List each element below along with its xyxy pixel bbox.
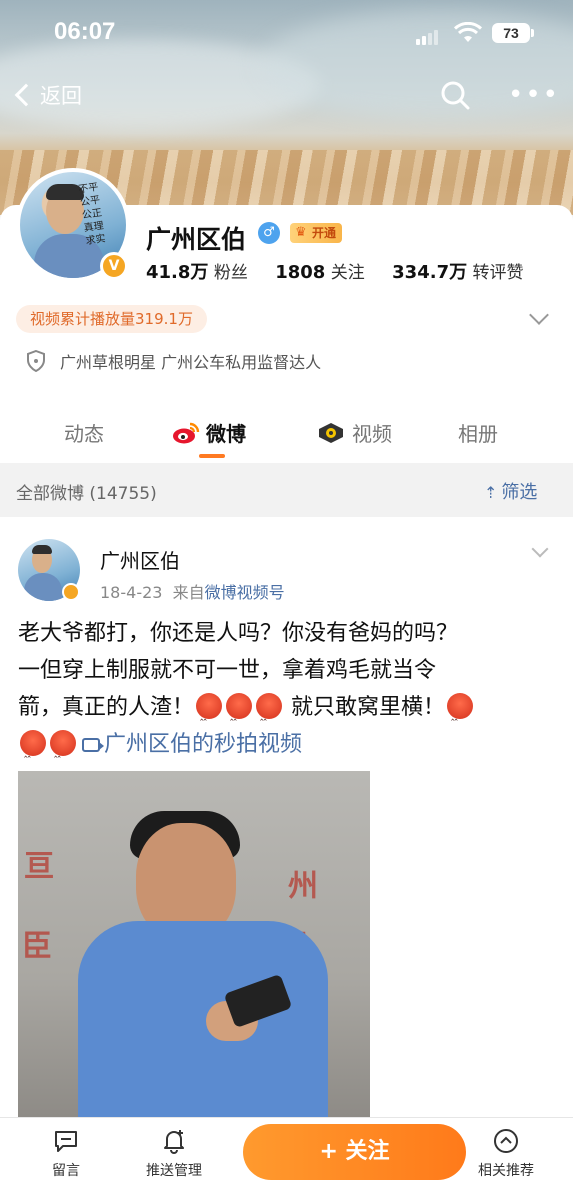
profile-tags: 广州草根明星 广州公车私用监督达人 (26, 349, 321, 373)
profile-stats: 41.8万 粉丝 1808 关注 334.7万 转评赞 (146, 258, 546, 284)
profile-name: 广州区伯 (146, 225, 247, 254)
weibo-icon (173, 422, 200, 444)
filter-icon: ⇡ (484, 483, 498, 502)
blue-verified-icon[interactable]: ♂ (258, 222, 280, 244)
wifi-icon (453, 22, 483, 42)
filter-button[interactable]: ⇡ 筛选 (484, 478, 537, 504)
back-label: 返回 (40, 84, 82, 108)
chevron-up-circle-icon (494, 1129, 518, 1153)
comment-button[interactable]: 留言 (52, 1128, 80, 1180)
chevron-left-icon (14, 83, 38, 107)
follow-button[interactable]: + 关注 (243, 1124, 466, 1180)
shield-icon (27, 350, 45, 372)
video-play-count[interactable]: 视频累计播放量319.1万 (16, 305, 207, 333)
signal-icon (416, 26, 440, 45)
angry-emoji-icon (50, 730, 76, 771)
angry-emoji-icon (196, 693, 223, 734)
post-meta: 18-4-23 来自微博视频号 (100, 583, 285, 602)
post-date: 18-4-23 (100, 583, 163, 602)
bottom-action-bar: 留言 推送管理 + 关注 相关推荐 (0, 1117, 573, 1200)
filter-bar: 全部微博 (14755) ⇡ 筛选 (0, 463, 573, 517)
active-tab-indicator (199, 454, 225, 458)
post-author[interactable]: 广州区伯 (100, 545, 180, 574)
battery-icon: 73 (492, 23, 534, 43)
tags-text: 广州草根明星 广州公车私用监督达人 (60, 353, 322, 372)
weibo-post[interactable]: 广州区伯 18-4-23 来自微博视频号 老大爷都打，你还是人吗？你没有爸妈的吗… (0, 517, 573, 1117)
likes-count[interactable]: 334.7万 转评赞 (392, 262, 523, 283)
related-recommend-button[interactable]: 相关推荐 (478, 1128, 534, 1180)
fans-count[interactable]: 41.8万 粉丝 (146, 262, 248, 283)
tab-feed[interactable]: 动态 (64, 418, 104, 447)
bell-icon (164, 1130, 184, 1154)
video-icon (319, 423, 343, 443)
search-icon[interactable] (440, 80, 470, 110)
angry-emoji-icon (256, 693, 283, 734)
status-time: 06:07 (54, 18, 116, 45)
angry-emoji-icon (447, 693, 474, 734)
message-icon (55, 1131, 77, 1152)
tab-weibo[interactable]: 微博 (172, 418, 246, 447)
following-count[interactable]: 1808 关注 (275, 262, 365, 283)
angry-emoji-icon (20, 730, 46, 771)
back-button[interactable]: 返回 (12, 80, 82, 110)
push-settings-button[interactable]: 推送管理 (146, 1128, 202, 1180)
post-text: 老大爷都打，你还是人吗？你没有爸妈的吗？ 一但穿上制服就不可一世，拿着鸡毛就当令… (18, 615, 558, 771)
verified-badge-icon (62, 583, 80, 601)
vip-open-badge[interactable]: 开通 (290, 223, 343, 243)
angry-emoji-icon (226, 693, 253, 734)
verified-badge-icon: V (100, 252, 128, 280)
chevron-down-icon[interactable] (531, 540, 549, 558)
all-weibo-count: 全部微博 (14755) (16, 484, 157, 504)
profile-tabs: 动态 微博 视频 相册 (0, 410, 573, 460)
top-nav: 返回 ••• (0, 74, 573, 120)
more-icon[interactable]: ••• (508, 82, 560, 108)
tab-album[interactable]: 相册 (458, 418, 498, 447)
post-video-thumbnail[interactable]: 亘 州 洲川 臣 (18, 771, 370, 1117)
post-source[interactable]: 微博视频号 (205, 583, 285, 602)
tab-video[interactable]: 视频 (318, 418, 392, 447)
video-link[interactable]: 广州区伯的秒拍视频 (104, 732, 302, 757)
status-bar: 06:07 73 (0, 0, 573, 64)
video-link-icon (82, 738, 104, 752)
